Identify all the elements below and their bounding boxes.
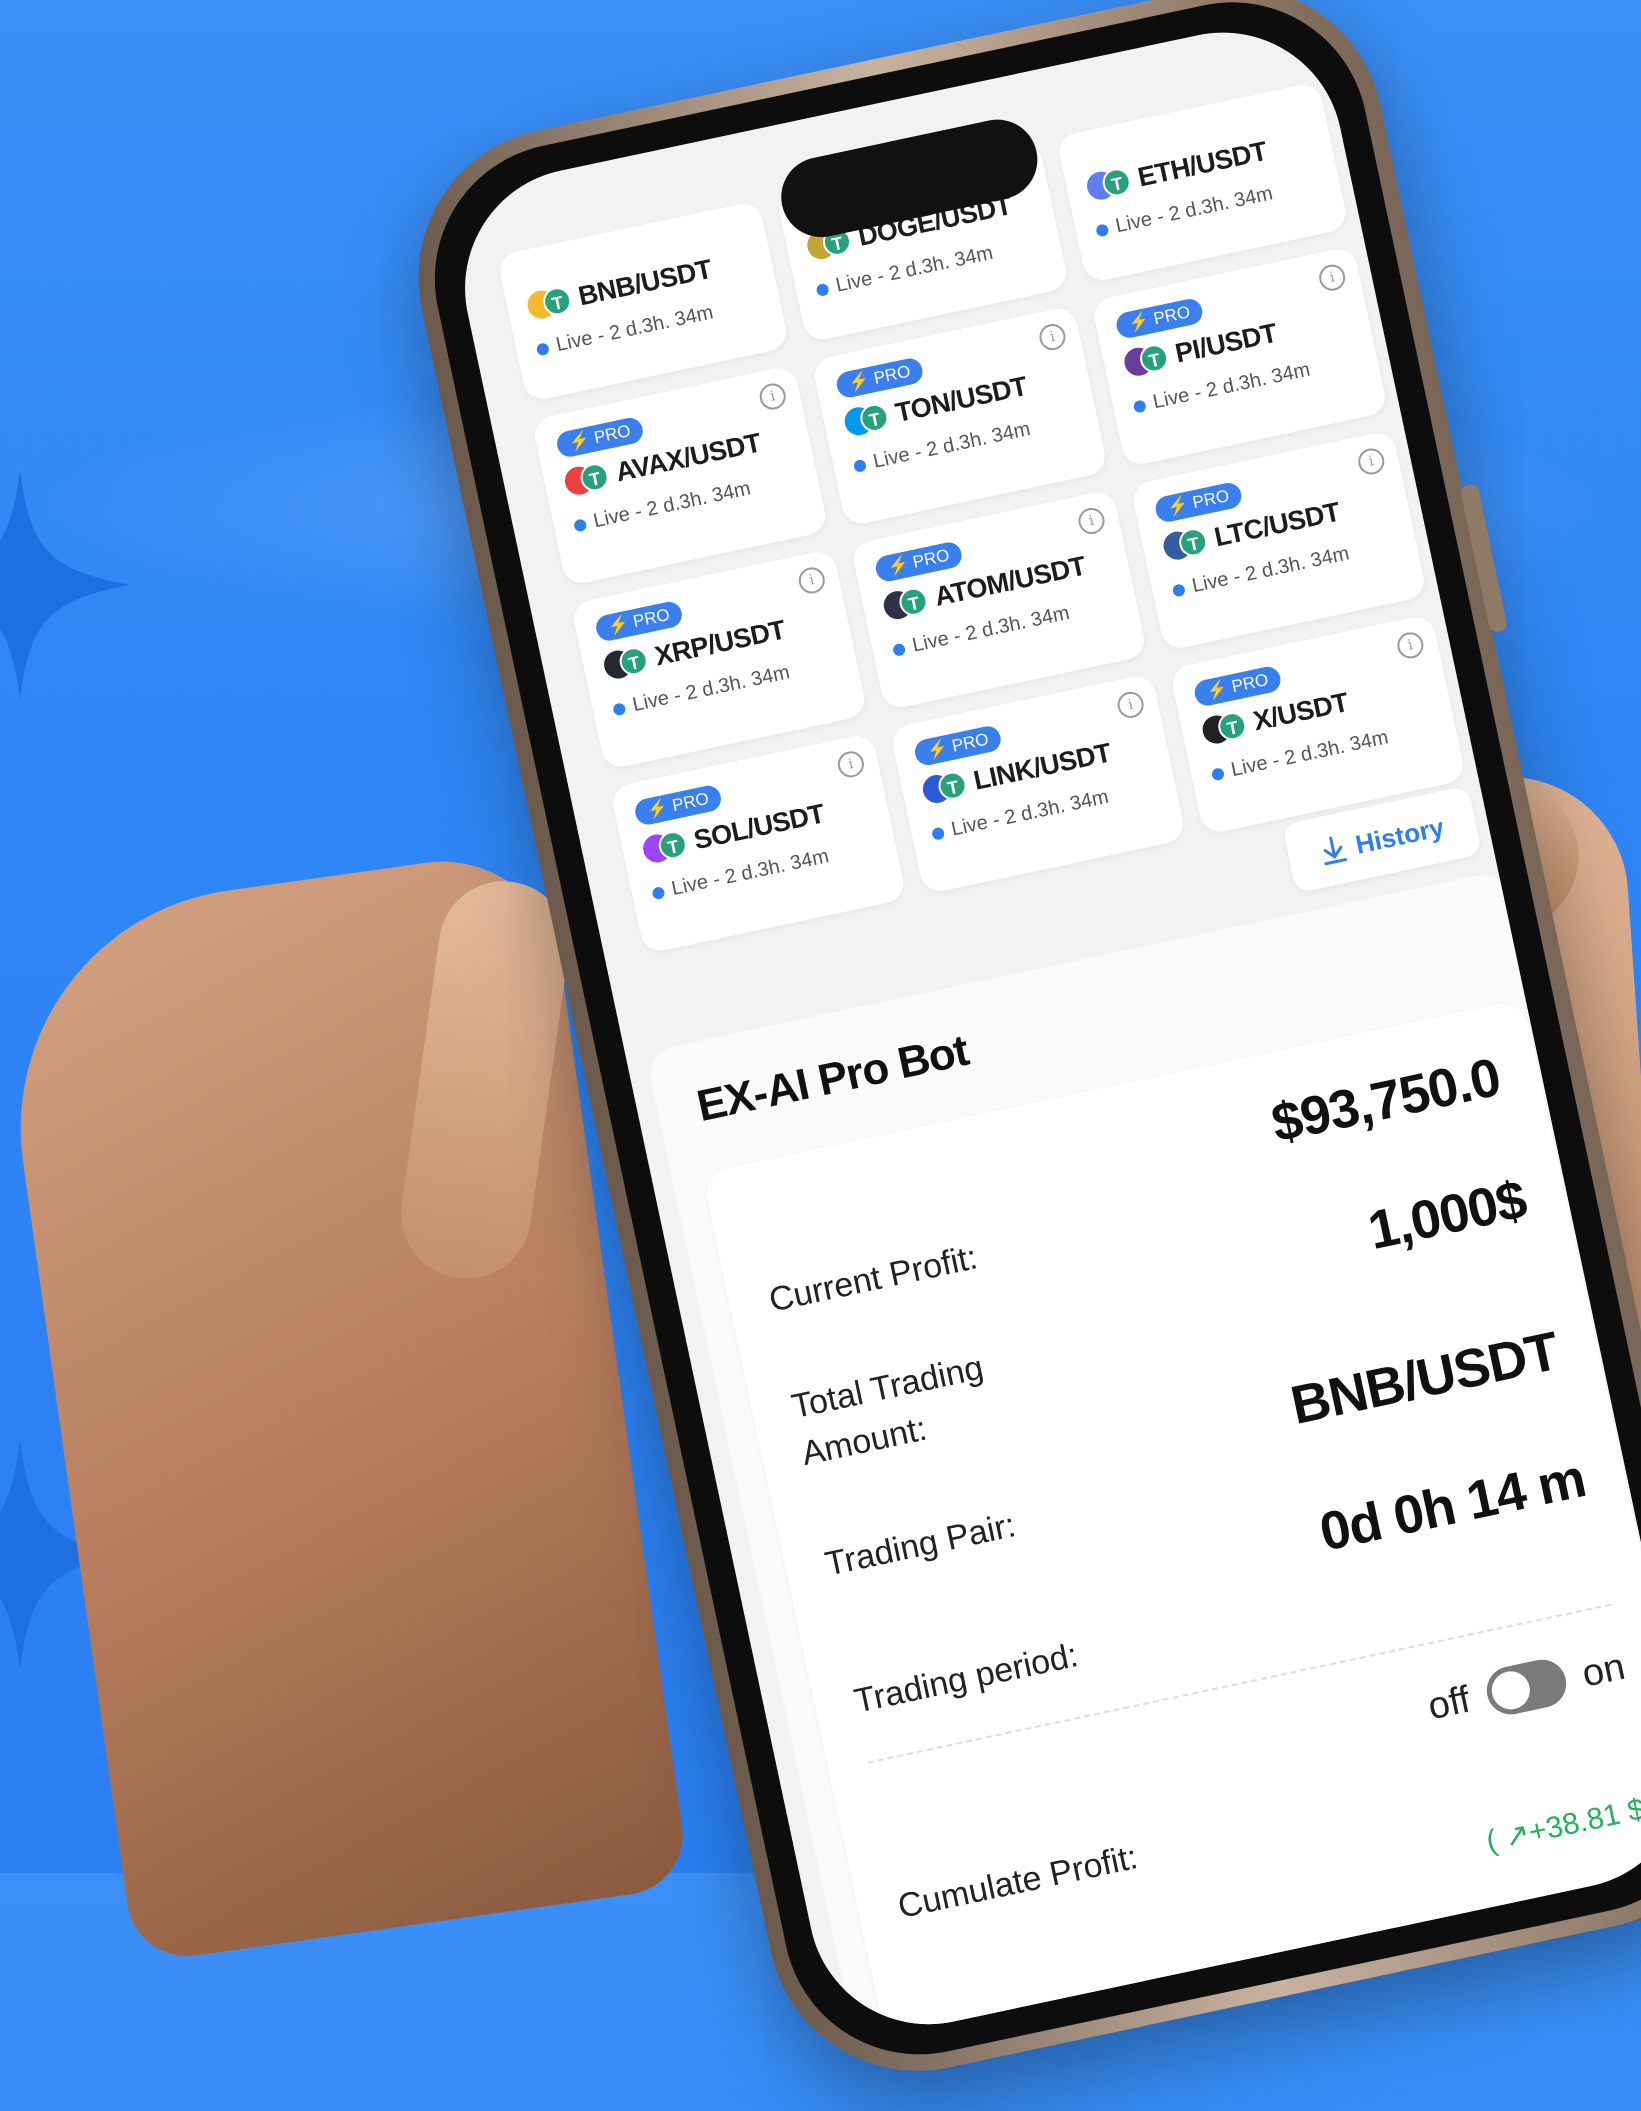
info-icon[interactable]: i bbox=[835, 748, 867, 780]
current-profit-value: $93,750.0 bbox=[1266, 1047, 1506, 1154]
info-icon[interactable]: i bbox=[1076, 505, 1107, 537]
pro-label: PRO bbox=[950, 729, 991, 756]
pair-card[interactable]: i ⚡ PRO T TON/USDT Live - 2 d.3h. 34m bbox=[811, 305, 1109, 528]
trading-period-label: Trading period: bbox=[850, 1636, 1082, 1721]
sparkle-icon bbox=[0, 470, 130, 700]
info-icon[interactable]: i bbox=[1115, 689, 1147, 721]
pro-label: PRO bbox=[670, 788, 711, 816]
pair-card[interactable]: T ETH/USDT Live - 2 d.3h. 34m bbox=[1055, 81, 1350, 284]
bot-details-card: Current Profit: $93,750.0 Total Trading … bbox=[701, 998, 1641, 2047]
coin-pair-icon: T bbox=[920, 768, 970, 807]
toggle-on-label: on bbox=[1578, 1645, 1629, 1696]
coin-pair-icon: T bbox=[524, 284, 574, 322]
info-icon[interactable]: i bbox=[796, 565, 828, 596]
toggle-off-label: off bbox=[1424, 1678, 1474, 1728]
history-label: History bbox=[1352, 811, 1447, 860]
coin-pair-icon: T bbox=[1121, 341, 1171, 379]
coin-pair-icon: T bbox=[640, 828, 690, 866]
info-icon[interactable]: i bbox=[1316, 262, 1348, 294]
live-dot-icon bbox=[573, 517, 588, 532]
live-dot-icon bbox=[651, 885, 666, 900]
coin-pair-icon: T bbox=[841, 400, 891, 439]
bot-title: EX-AI Pro Bot bbox=[692, 1025, 973, 1132]
pro-label: PRO bbox=[1230, 669, 1271, 697]
pro-label: PRO bbox=[592, 421, 633, 448]
pro-badge: ⚡ PRO bbox=[554, 415, 645, 460]
cumulate-toggle[interactable] bbox=[1482, 1655, 1571, 1719]
toggle-knob bbox=[1488, 1667, 1534, 1713]
coin-pair-icon: T bbox=[601, 644, 651, 682]
download-icon bbox=[1323, 836, 1348, 866]
coin-pair-icon: T bbox=[881, 584, 930, 623]
info-icon[interactable]: i bbox=[1355, 446, 1387, 477]
pro-label: PRO bbox=[631, 604, 672, 632]
pro-badge: ⚡ PRO bbox=[912, 723, 1003, 768]
pair-card[interactable]: i ⚡ PRO T SOL/USDT Live - 2 d.3h. 34m bbox=[609, 732, 908, 955]
coin-pair-icon: T bbox=[1084, 165, 1134, 203]
live-dot-icon bbox=[852, 458, 868, 473]
total-amount-label-line1: Total Trading bbox=[788, 1348, 987, 1427]
pair-name: BNB/USDT bbox=[575, 253, 715, 312]
pro-badge: ⚡ PRO bbox=[1114, 296, 1205, 341]
live-dot-icon bbox=[1210, 766, 1225, 781]
gain-text: +38.81 $) bbox=[1525, 1790, 1641, 1850]
pair-card[interactable]: i ⚡ PRO T LTC/USDT Live - 2 d.3h. 34m bbox=[1129, 429, 1428, 652]
live-dot-icon bbox=[930, 826, 946, 841]
pair-card[interactable]: i ⚡ PRO T AVAX/USDT Live - 2 d.3h. 34m bbox=[531, 364, 829, 587]
pair-name: X/USDT bbox=[1250, 686, 1351, 737]
pair-card[interactable]: T BNB/USDT Live - 2 d.3h. 34m bbox=[496, 200, 790, 403]
pair-card[interactable]: i ⚡ PRO T LINK/USDT Live - 2 d.3h. 34m bbox=[889, 672, 1187, 895]
live-dot-icon bbox=[1095, 222, 1110, 237]
gain-value: ( ↗+38.81 $) bbox=[1483, 1789, 1641, 1859]
info-icon[interactable]: i bbox=[757, 381, 789, 412]
pair-name: ETH/USDT bbox=[1135, 135, 1270, 193]
info-icon[interactable]: i bbox=[1037, 321, 1068, 353]
pro-badge: ⚡ PRO bbox=[1192, 664, 1283, 708]
cumulate-toggle-group: off on bbox=[1424, 1643, 1629, 1732]
pro-badge: ⚡ PRO bbox=[1153, 480, 1244, 525]
pair-card[interactable]: i ⚡ PRO T ATOM/USDT Live - 2 d.3h. 34m bbox=[850, 488, 1148, 711]
live-dot-icon bbox=[815, 282, 830, 297]
pair-card[interactable]: i ⚡ PRO T PI/USDT Live - 2 d.3h. 34m bbox=[1090, 245, 1389, 468]
live-dot-icon bbox=[1132, 398, 1147, 414]
pro-badge: ⚡ PRO bbox=[593, 599, 684, 644]
pair-card[interactable]: i ⚡ PRO T XRP/USDT Live - 2 d.3h. 34m bbox=[570, 548, 868, 771]
live-dot-icon bbox=[535, 341, 550, 356]
pro-label: PRO bbox=[872, 361, 913, 388]
info-icon[interactable]: i bbox=[1394, 629, 1426, 661]
pro-badge: ⚡ PRO bbox=[834, 356, 925, 400]
pro-badge: ⚡ PRO bbox=[873, 540, 964, 584]
pro-label: PRO bbox=[1190, 486, 1231, 513]
coin-pair-icon: T bbox=[1199, 709, 1249, 747]
pro-label: PRO bbox=[911, 545, 952, 572]
live-dot-icon bbox=[1171, 582, 1186, 597]
pro-label: PRO bbox=[1151, 302, 1192, 329]
pro-badge: ⚡ PRO bbox=[632, 783, 724, 827]
live-dot-icon bbox=[891, 642, 907, 657]
coin-pair-icon: T bbox=[1160, 525, 1210, 563]
live-dot-icon bbox=[612, 701, 627, 716]
coin-pair-icon: T bbox=[562, 460, 612, 498]
bot-panel: EX-AI Pro Bot Current Profit: $93,750.0 … bbox=[645, 869, 1641, 2047]
